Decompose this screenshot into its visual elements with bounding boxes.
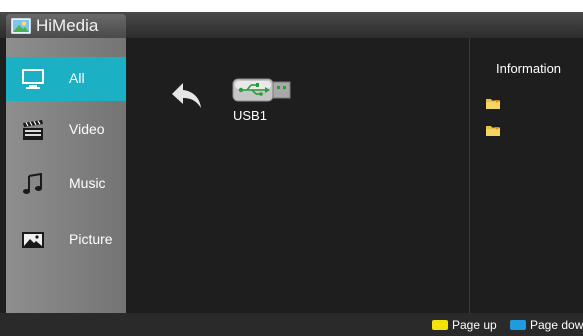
picture-icon [11,18,31,34]
usb-drive-icon[interactable] [232,78,292,102]
picture-icon [22,232,44,248]
top-strip [0,0,583,12]
yellow-key-icon [432,320,448,330]
back-arrow-icon[interactable] [170,80,204,112]
sidebar-item-video[interactable]: Video [6,108,126,152]
clapperboard-icon [23,120,43,140]
page-up-hint[interactable]: Page up [452,318,497,332]
usb-device-label[interactable]: USB1 [233,108,267,123]
info-title: Information [496,61,562,76]
page-down-hint[interactable]: Page dow [530,318,583,332]
sidebar-item-music[interactable]: Music [6,162,126,206]
sidebar: All Video Music Picture [6,38,126,313]
sidebar-item-picture[interactable]: Picture [6,218,126,262]
folder-icon [486,99,500,109]
sidebar-item-label: Video [69,121,105,137]
sidebar-item-label: Picture [69,231,113,247]
music-note-icon [23,173,42,194]
sidebar-item-label: All [69,70,85,86]
monitor-icon [22,69,44,89]
info-panel [470,38,583,313]
app-title: HiMedia [36,16,99,35]
blue-key-icon [510,320,526,330]
folder-icon [486,126,500,136]
sidebar-item-all[interactable]: All [6,57,126,101]
sidebar-item-label: Music [69,175,106,191]
